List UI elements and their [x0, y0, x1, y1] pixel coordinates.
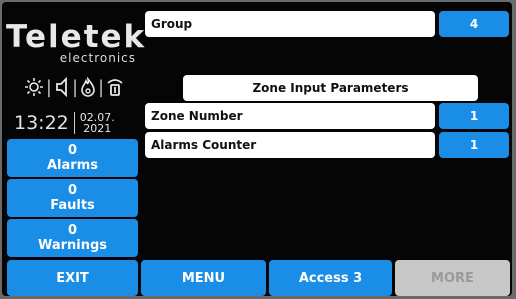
exit-button[interactable]: EXIT	[7, 260, 138, 296]
icon-separator: |	[71, 76, 79, 98]
clock-display: 13:22 02.07. 2021	[14, 110, 140, 136]
date-year: 2021	[83, 122, 112, 135]
faults-count: 0	[67, 183, 78, 198]
alarms-counter-field[interactable]: Alarms Counter	[145, 132, 435, 158]
faults-button[interactable]: 0 Faults	[7, 179, 138, 217]
wifi-icon	[106, 77, 124, 97]
icon-separator: |	[98, 76, 105, 98]
menu-label: MENU	[181, 270, 226, 286]
access-button[interactable]: Access 3	[269, 260, 392, 296]
more-button[interactable]: MORE	[395, 260, 510, 296]
zone-number-value-text: 1	[469, 109, 479, 123]
alarms-counter-label: Alarms Counter	[151, 138, 257, 152]
group-value[interactable]: 4	[439, 11, 509, 37]
panel-screen: Teletek electronics | | | 13:22 02.07. 2…	[2, 2, 512, 296]
clock-date: 02.07. 2021	[80, 112, 115, 134]
more-label: MORE	[431, 270, 474, 286]
section-title-text: Zone Input Parameters	[252, 81, 409, 95]
alarms-label: Alarms	[47, 158, 98, 173]
group-value-text: 4	[469, 17, 479, 31]
brand-logo: Teletek electronics	[6, 19, 147, 65]
alarms-count: 0	[67, 143, 78, 158]
zone-number-value[interactable]: 1	[439, 103, 509, 129]
status-icons-row: | | |	[8, 74, 140, 100]
group-field[interactable]: Group	[145, 11, 435, 37]
section-title: Zone Input Parameters	[183, 75, 478, 101]
faults-label: Faults	[50, 198, 95, 213]
icon-separator: |	[45, 76, 52, 98]
clock-divider	[73, 112, 75, 134]
warnings-button[interactable]: 0 Warnings	[7, 219, 138, 257]
access-label: Access 3	[298, 270, 363, 286]
brand-name: Teletek	[6, 19, 147, 55]
flame-icon	[80, 77, 96, 97]
warnings-label: Warnings	[37, 238, 108, 253]
sun-icon	[24, 77, 44, 97]
warnings-count: 0	[67, 223, 78, 238]
alarms-counter-value-text: 1	[469, 138, 479, 152]
speaker-icon	[54, 77, 70, 97]
alarms-counter-value[interactable]: 1	[439, 132, 509, 158]
alarms-button[interactable]: 0 Alarms	[7, 139, 138, 177]
zone-number-label: Zone Number	[151, 109, 243, 123]
exit-label: EXIT	[56, 270, 89, 286]
group-label: Group	[151, 17, 193, 31]
zone-number-field[interactable]: Zone Number	[145, 103, 435, 129]
menu-button[interactable]: MENU	[141, 260, 266, 296]
clock-time: 13:22	[14, 112, 69, 134]
